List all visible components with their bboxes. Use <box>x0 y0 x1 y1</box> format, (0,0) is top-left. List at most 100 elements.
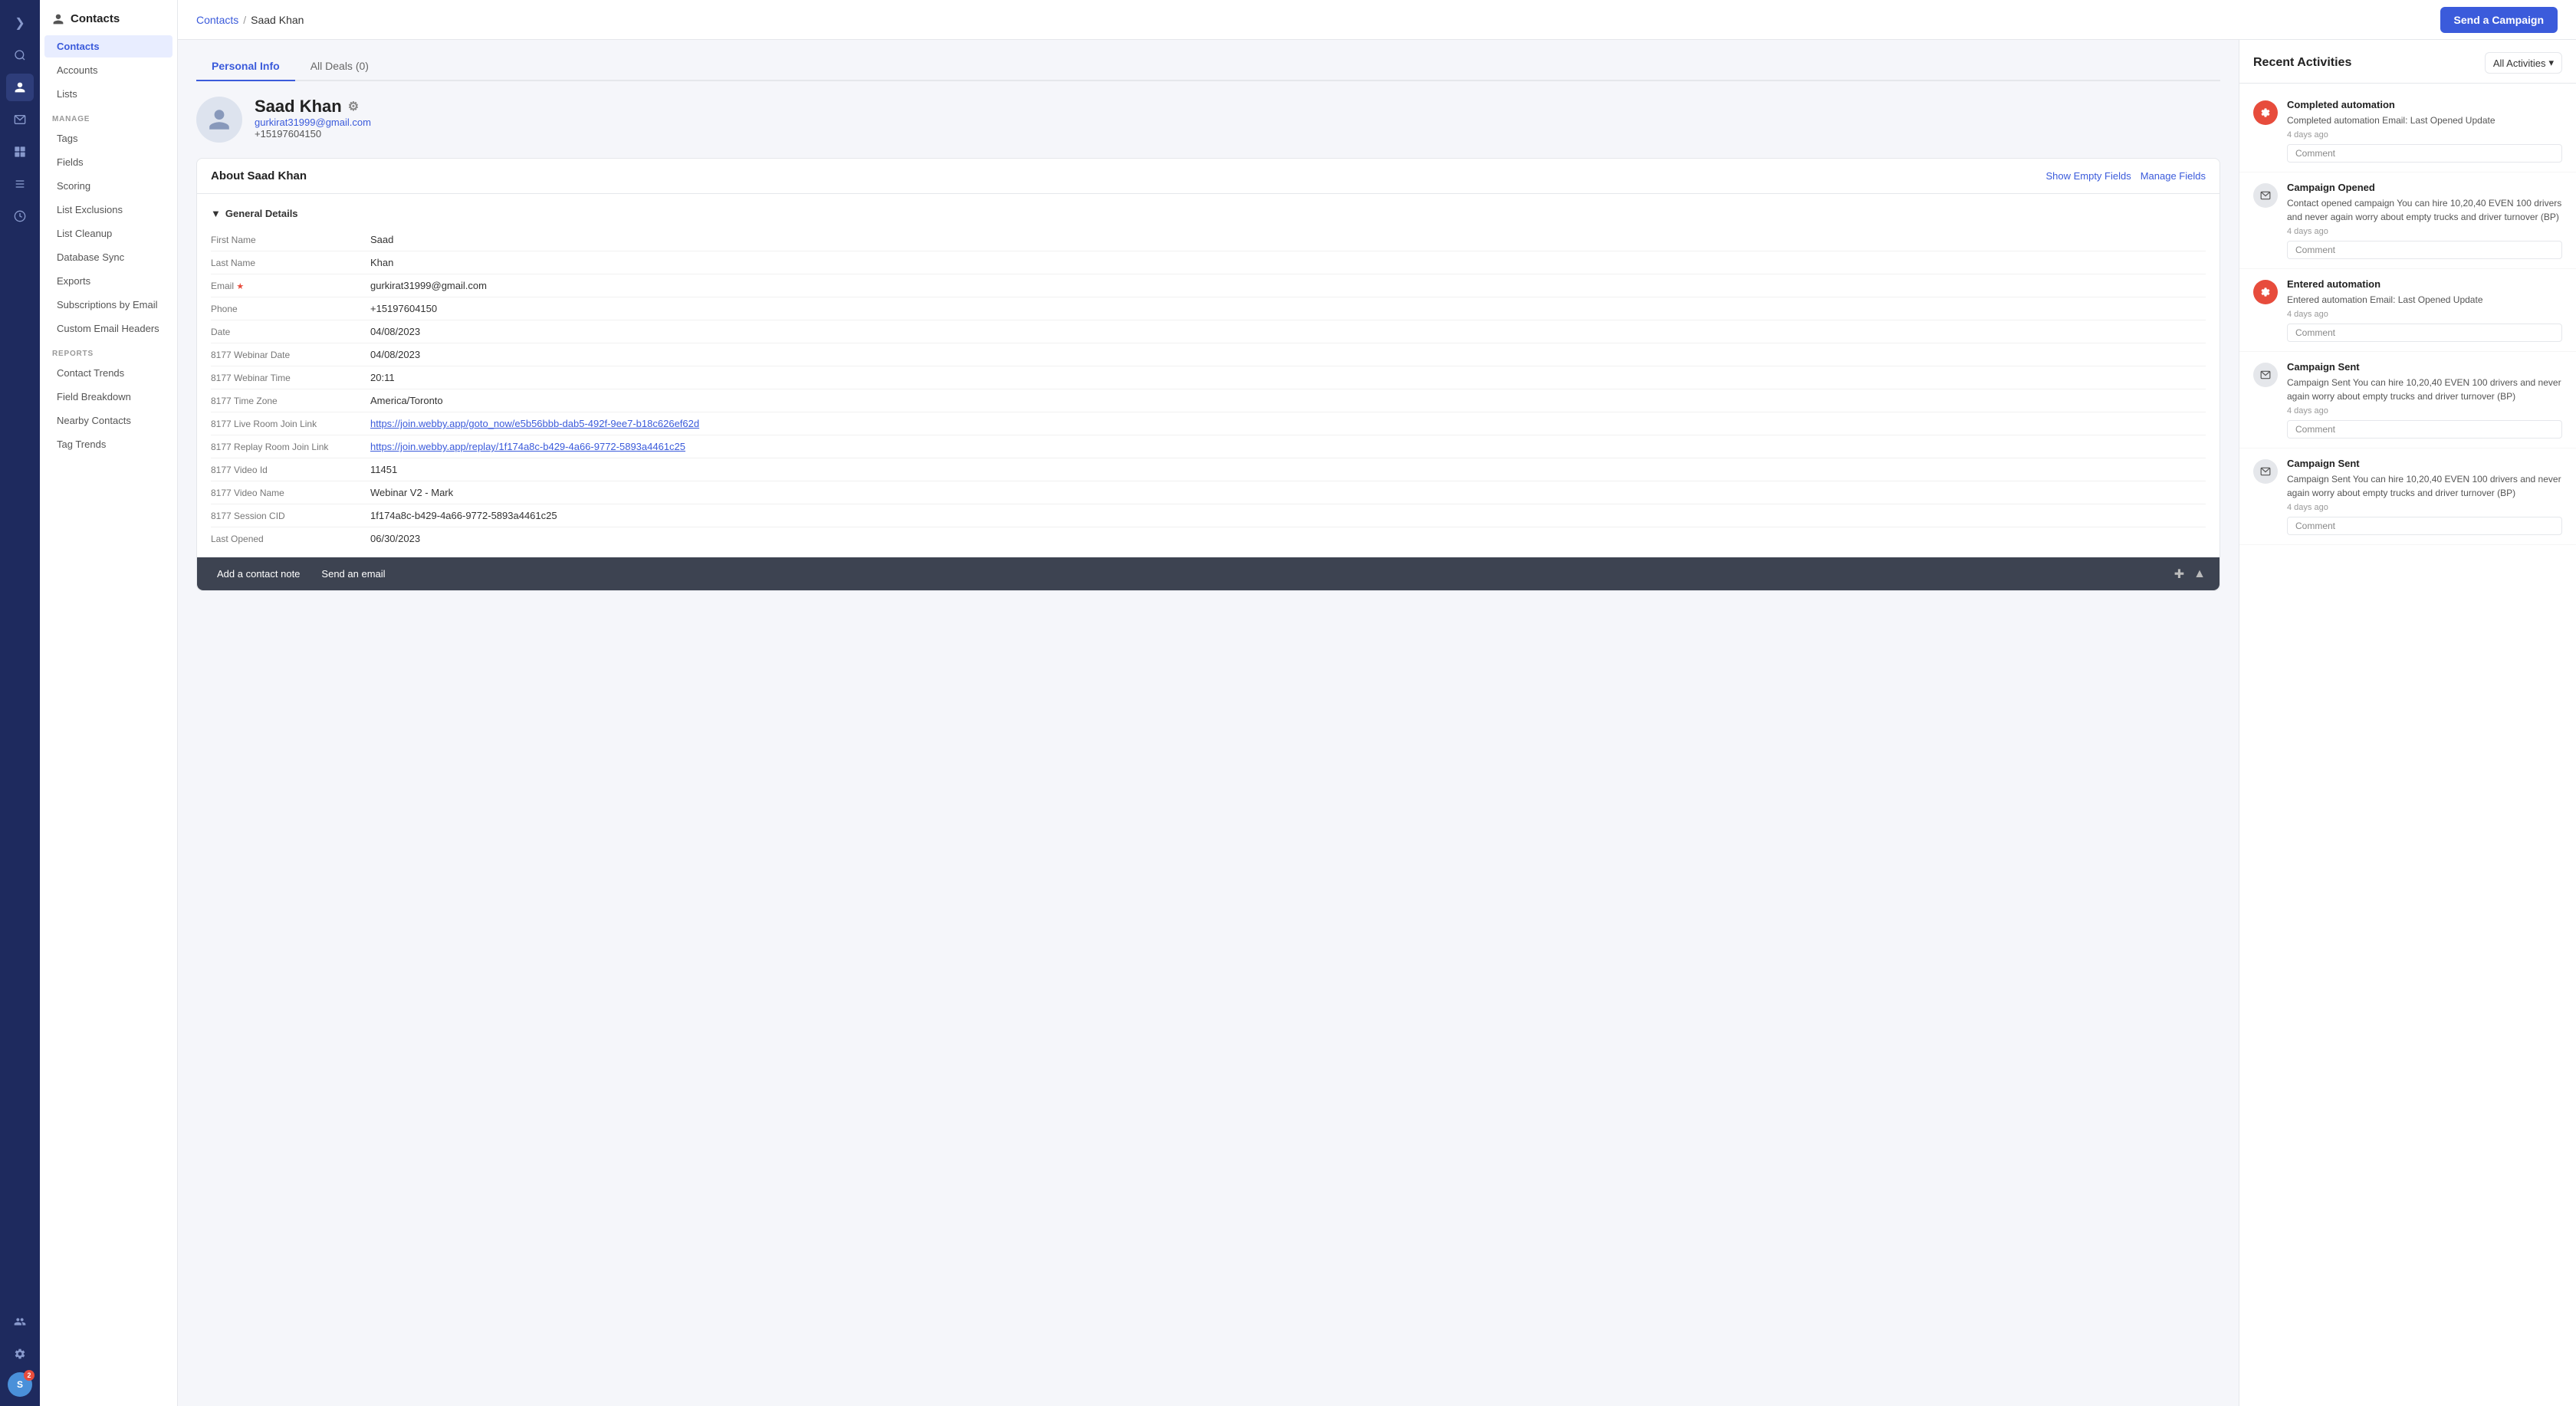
lists-icon[interactable] <box>6 170 34 198</box>
activity-comment-button[interactable]: Comment <box>2287 420 2562 439</box>
field-row-email: Email ★ gurkirat31999@gmail.com <box>211 274 2206 297</box>
activity-description: Contact opened campaign You can hire 10,… <box>2287 196 2562 224</box>
sidebar-item-list-exclusions[interactable]: List Exclusions <box>44 199 172 221</box>
contact-avatar <box>196 97 242 143</box>
chevron-down-icon: ▼ <box>211 208 221 219</box>
field-label: Phone <box>211 304 364 314</box>
activity-description: Campaign Sent You can hire 10,20,40 EVEN… <box>2287 376 2562 403</box>
activity-item: Entered automation Entered automation Em… <box>2239 269 2576 352</box>
field-label: Date <box>211 327 364 337</box>
field-row-live-link: 8177 Live Room Join Link https://join.we… <box>211 412 2206 435</box>
left-panel: Personal Info All Deals (0) Saad Khan ⚙ … <box>178 40 2239 1406</box>
tab-personal-info[interactable]: Personal Info <box>196 52 295 81</box>
sidebar-item-fields[interactable]: Fields <box>44 151 172 173</box>
field-label: 8177 Replay Room Join Link <box>211 442 364 452</box>
activities-list: Completed automation Completed automatio… <box>2239 84 2576 1406</box>
sidebar-item-contact-trends[interactable]: Contact Trends <box>44 362 172 384</box>
field-row-last-opened: Last Opened 06/30/2023 <box>211 527 2206 550</box>
activity-item: Campaign Opened Contact opened campaign … <box>2239 172 2576 269</box>
field-row-session-cid: 8177 Session CID 1f174a8c-b429-4a66-9772… <box>211 504 2206 527</box>
sidebar-item-subscriptions[interactable]: Subscriptions by Email <box>44 294 172 316</box>
about-title: About Saad Khan <box>211 169 307 182</box>
about-section: About Saad Khan Show Empty Fields Manage… <box>196 158 2220 591</box>
breadcrumb-separator: / <box>243 14 246 26</box>
activity-time: 4 days ago <box>2287 503 2562 512</box>
sidebar-item-tags[interactable]: Tags <box>44 127 172 149</box>
field-row-webinar-date: 8177 Webinar Date 04/08/2023 <box>211 343 2206 366</box>
activity-description: Entered automation Email: Last Opened Up… <box>2287 293 2562 307</box>
main-content: Contacts / Saad Khan Send a Campaign Per… <box>178 0 2576 1406</box>
activity-comment-button[interactable]: Comment <box>2287 517 2562 535</box>
collapse-icon[interactable]: ▲ <box>2193 567 2206 581</box>
bottom-action-bar: Add a contact note Send an email ✚ ▲ <box>197 557 2220 590</box>
activity-description: Campaign Sent You can hire 10,20,40 EVEN… <box>2287 472 2562 500</box>
user-avatar[interactable]: S 2 <box>8 1372 32 1397</box>
right-panel: Recent Activities All Activities ▾ Compl… <box>2239 40 2576 1406</box>
content-area: Personal Info All Deals (0) Saad Khan ⚙ … <box>178 40 2576 1406</box>
search-icon[interactable] <box>6 41 34 69</box>
about-header: About Saad Khan Show Empty Fields Manage… <box>197 159 2220 194</box>
details-toggle[interactable]: ▼ General Details <box>211 202 2206 225</box>
activity-comment-button[interactable]: Comment <box>2287 324 2562 342</box>
activity-comment-button[interactable]: Comment <box>2287 144 2562 163</box>
sidebar-item-scoring[interactable]: Scoring <box>44 175 172 197</box>
activity-body: Completed automation Completed automatio… <box>2287 99 2562 163</box>
field-value[interactable]: https://join.webby.app/replay/1f174a8c-b… <box>370 441 2206 452</box>
dashboard-icon[interactable] <box>6 138 34 166</box>
field-value: Khan <box>370 257 2206 268</box>
field-label: Last Name <box>211 258 364 268</box>
settings-icon[interactable] <box>6 1340 34 1368</box>
field-row-date: Date 04/08/2023 <box>211 320 2206 343</box>
about-header-actions: Show Empty Fields Manage Fields <box>2045 170 2206 182</box>
field-value: Saad <box>370 234 2206 245</box>
field-row-timezone: 8177 Time Zone America/Toronto <box>211 389 2206 412</box>
sidebar: Contacts Contacts Accounts Lists MANAGE … <box>40 0 178 1406</box>
tabs: Personal Info All Deals (0) <box>196 52 2220 81</box>
field-row-lastname: Last Name Khan <box>211 251 2206 274</box>
sidebar-item-tag-trends[interactable]: Tag Trends <box>44 433 172 455</box>
activity-title: Completed automation <box>2287 99 2562 110</box>
field-row-firstname: First Name Saad <box>211 228 2206 251</box>
send-campaign-button[interactable]: Send a Campaign <box>2440 7 2558 33</box>
notification-badge: 2 <box>24 1370 34 1381</box>
contact-email[interactable]: gurkirat31999@gmail.com <box>255 117 371 128</box>
email-nav-icon[interactable] <box>6 106 34 133</box>
contact-phone: +15197604150 <box>255 128 371 140</box>
field-value: 04/08/2023 <box>370 349 2206 360</box>
sidebar-item-contacts[interactable]: Contacts <box>44 35 172 57</box>
send-email-button[interactable]: Send an email <box>315 565 391 583</box>
show-empty-fields-link[interactable]: Show Empty Fields <box>2045 170 2131 182</box>
activity-type-icon <box>2253 459 2278 484</box>
field-value: 04/08/2023 <box>370 326 2206 337</box>
activity-body: Campaign Sent Campaign Sent You can hire… <box>2287 458 2562 535</box>
activity-item: Completed automation Completed automatio… <box>2239 90 2576 172</box>
activities-filter-dropdown[interactable]: All Activities ▾ <box>2485 52 2562 74</box>
manage-fields-link[interactable]: Manage Fields <box>2141 170 2206 182</box>
tab-all-deals[interactable]: All Deals (0) <box>295 52 384 81</box>
activity-body: Campaign Opened Contact opened campaign … <box>2287 182 2562 259</box>
activity-time: 4 days ago <box>2287 406 2562 416</box>
expand-icon[interactable]: ❯ <box>6 9 34 37</box>
add-contact-note-button[interactable]: Add a contact note <box>211 565 306 583</box>
field-value[interactable]: https://join.webby.app/goto_now/e5b56bbb… <box>370 418 2206 429</box>
contacts-nav-icon[interactable] <box>6 74 34 101</box>
field-row-video-name: 8177 Video Name Webinar V2 - Mark <box>211 481 2206 504</box>
contact-settings-icon[interactable]: ⚙ <box>348 99 359 114</box>
sidebar-item-list-cleanup[interactable]: List Cleanup <box>44 222 172 245</box>
sidebar-item-custom-email-headers[interactable]: Custom Email Headers <box>44 317 172 340</box>
field-value: 11451 <box>370 464 2206 475</box>
sidebar-item-lists[interactable]: Lists <box>44 83 172 105</box>
sidebar-item-nearby-contacts[interactable]: Nearby Contacts <box>44 409 172 432</box>
sidebar-item-field-breakdown[interactable]: Field Breakdown <box>44 386 172 408</box>
sidebar-item-database-sync[interactable]: Database Sync <box>44 246 172 268</box>
field-label: 8177 Video Name <box>211 488 364 498</box>
field-value: Webinar V2 - Mark <box>370 487 2206 498</box>
breadcrumb: Contacts / Saad Khan <box>196 14 304 26</box>
plus-icon[interactable]: ✚ <box>2174 567 2184 582</box>
breadcrumb-parent[interactable]: Contacts <box>196 14 238 26</box>
team-icon[interactable] <box>6 1308 34 1335</box>
activity-comment-button[interactable]: Comment <box>2287 241 2562 259</box>
reports-icon[interactable] <box>6 202 34 230</box>
sidebar-item-exports[interactable]: Exports <box>44 270 172 292</box>
sidebar-item-accounts[interactable]: Accounts <box>44 59 172 81</box>
